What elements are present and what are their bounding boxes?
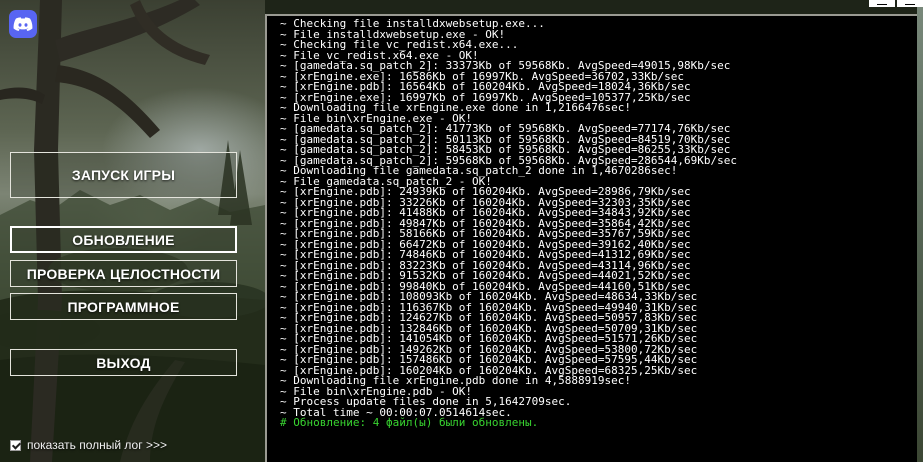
discord-button[interactable] bbox=[9, 10, 37, 38]
close-icon bbox=[905, 4, 915, 5]
minimize-icon bbox=[877, 4, 887, 5]
minimize-button[interactable] bbox=[869, 0, 895, 7]
log-summary-line: # Обновление: 4 файл(ы) были обновлены. bbox=[280, 416, 539, 429]
discord-icon bbox=[13, 16, 33, 31]
close-button[interactable] bbox=[897, 0, 923, 7]
update-button[interactable]: ОБНОВЛЕНИЕ bbox=[10, 226, 237, 253]
log-console[interactable]: ~ Checking file installdxwebsetup.exe...… bbox=[265, 14, 917, 462]
show-full-log-toggle[interactable]: показать полный лог >>> bbox=[10, 437, 167, 453]
integrity-check-button[interactable]: ПРОВЕРКА ЦЕЛОСТНОСТИ bbox=[10, 260, 237, 287]
show-full-log-label: показать полный лог >>> bbox=[27, 438, 167, 452]
background-strip bbox=[917, 0, 923, 462]
exit-button[interactable]: ВЫХОД bbox=[10, 349, 237, 376]
software-button[interactable]: ПРОГРАММНОЕ bbox=[10, 293, 237, 320]
launch-game-button[interactable]: ЗАПУСК ИГРЫ bbox=[10, 152, 237, 198]
show-full-log-checkbox[interactable] bbox=[10, 439, 21, 451]
